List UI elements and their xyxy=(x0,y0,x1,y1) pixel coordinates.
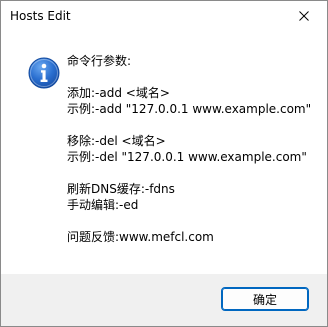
dialog-window: Hosts Edit 命令行参数: 添加:-add <域名> 示例:-add "… xyxy=(0,0,328,327)
window-title: Hosts Edit xyxy=(10,9,71,23)
message-gap xyxy=(67,213,317,229)
info-icon xyxy=(28,57,60,89)
message-line: 添加:-add <域名> xyxy=(67,86,170,100)
dialog-content: 命令行参数: 添加:-add <域名> 示例:-add "127.0.0.1 w… xyxy=(1,31,327,274)
title-bar: Hosts Edit xyxy=(1,1,327,31)
message-gap xyxy=(67,117,317,133)
ok-button[interactable]: 确定 xyxy=(221,287,309,311)
message-gap xyxy=(67,69,317,85)
message-line: 移除:-del <域名> xyxy=(67,134,166,148)
close-button[interactable] xyxy=(281,1,327,31)
message-line: 手动编辑:-ed xyxy=(67,198,139,212)
close-icon xyxy=(299,11,309,21)
message-text: 命令行参数: 添加:-add <域名> 示例:-add "127.0.0.1 w… xyxy=(67,53,317,245)
message-gap xyxy=(67,165,317,181)
message-line: 命令行参数: xyxy=(67,54,132,68)
message-line: 示例:-del "127.0.0.1 www.example.com" xyxy=(67,150,307,164)
message-line: 示例:-add "127.0.0.1 www.example.com" xyxy=(67,102,312,116)
button-bar: 确定 xyxy=(1,274,327,326)
message-line: 刷新DNS缓存:-fdns xyxy=(67,182,175,196)
message-line: 问题反馈:www.mefcl.com xyxy=(67,230,214,244)
